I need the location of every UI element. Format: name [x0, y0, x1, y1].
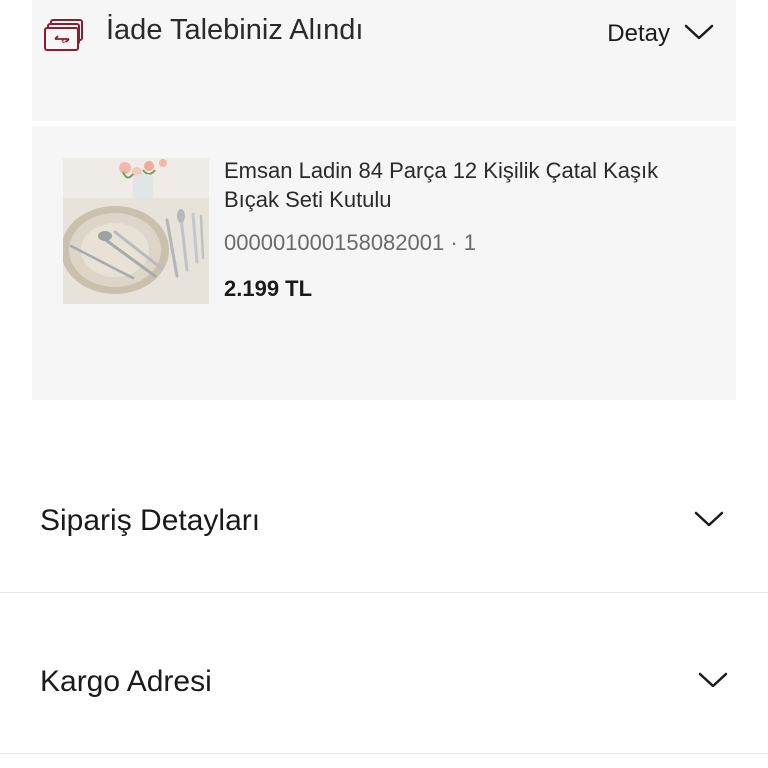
- detail-toggle-button[interactable]: Detay: [607, 20, 714, 48]
- shipping-address-title: Kargo Adresi: [40, 665, 212, 698]
- product-image[interactable]: [63, 158, 209, 304]
- order-details-title: Sipariş Detayları: [40, 504, 261, 537]
- refund-money-icon: ₺: [44, 18, 86, 52]
- detail-label: Detay: [607, 20, 670, 47]
- order-details-section[interactable]: Sipariş Detayları: [0, 432, 768, 593]
- product-card: Emsan Ladin 84 Parça 12 Kişilik Çatal Ka…: [32, 126, 736, 400]
- refund-status-card: ₺ İade Talebiniz Alındı Detay: [32, 0, 736, 121]
- refund-title: İade Talebiniz Alındı: [106, 14, 364, 46]
- chevron-down-icon: [694, 510, 724, 533]
- product-name[interactable]: Emsan Ladin 84 Parça 12 Kişilik Çatal Ka…: [224, 156, 704, 214]
- svg-text:₺: ₺: [62, 37, 67, 45]
- product-price: 2.199 TL: [224, 276, 313, 301]
- chevron-down-icon: [684, 23, 714, 46]
- chevron-down-icon: [698, 671, 728, 694]
- product-code: 000001000158082001 · 1: [224, 230, 477, 255]
- shipping-address-section[interactable]: Kargo Adresi: [0, 593, 768, 754]
